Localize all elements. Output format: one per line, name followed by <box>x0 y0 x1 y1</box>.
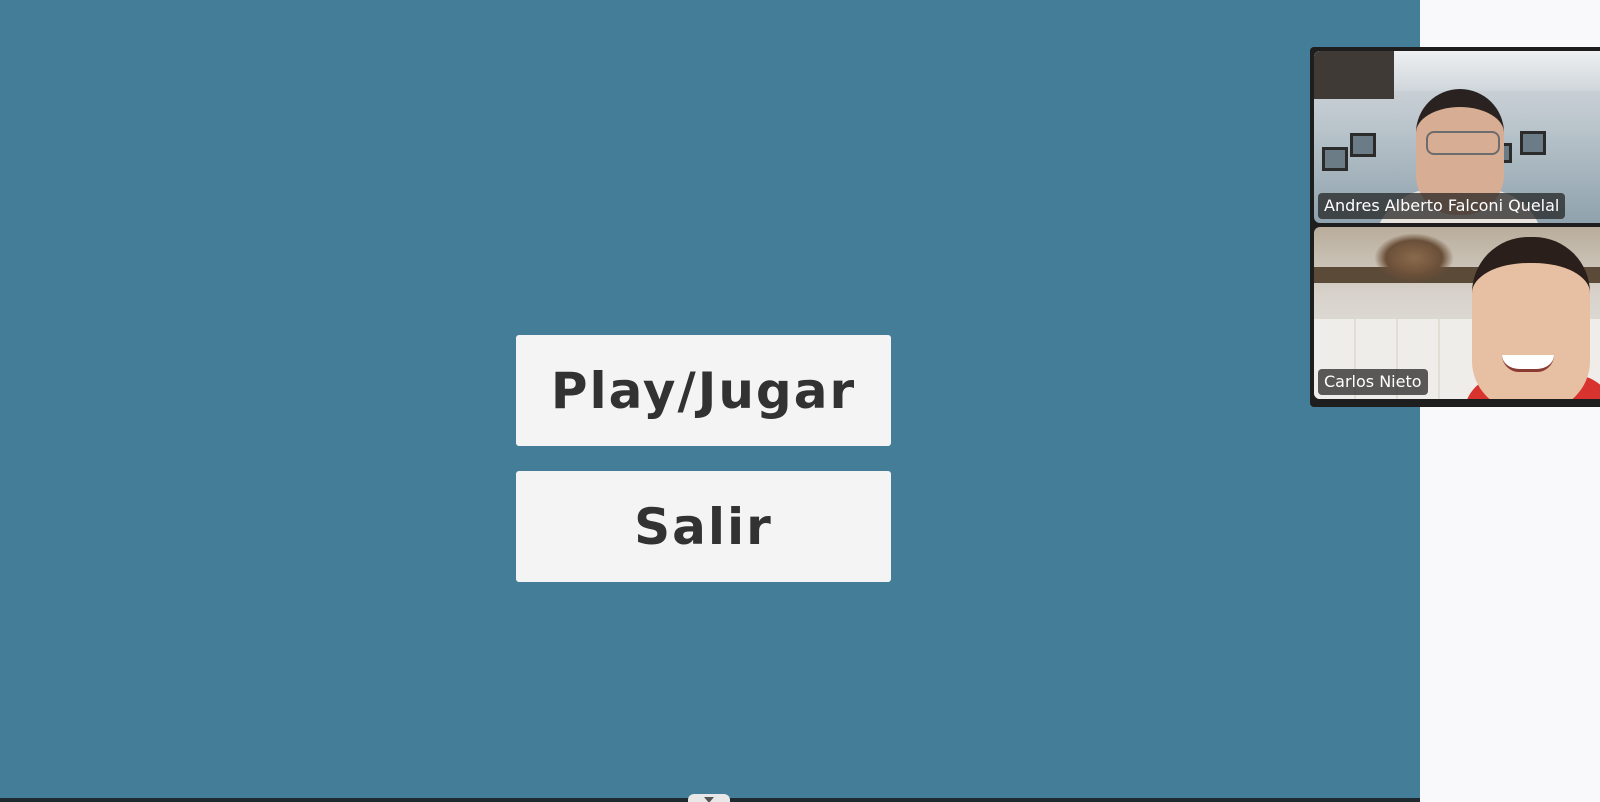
participant-video <box>1472 237 1590 399</box>
toolbar-toggle-handle[interactable] <box>688 794 730 802</box>
video-call-panel[interactable]: Andres Alberto Falconi Quelal Carlos Nie… <box>1310 47 1600 407</box>
chevron-down-icon <box>704 797 714 802</box>
play-button[interactable]: Play/Jugar <box>516 335 891 446</box>
video-background <box>1374 233 1454 283</box>
participant-video-tile[interactable]: Andres Alberto Falconi Quelal <box>1314 51 1600 223</box>
video-background <box>1314 51 1394 99</box>
video-background <box>1322 147 1348 171</box>
game-canvas: Play/Jugar Salir <box>0 0 1420 798</box>
video-background <box>1520 131 1546 155</box>
screen: Play/Jugar Salir Andres Alberto Falconi … <box>0 0 1600 802</box>
participant-video-tile[interactable]: Carlos Nieto <box>1314 227 1600 399</box>
video-background <box>1350 133 1376 157</box>
participant-name-label: Andres Alberto Falconi Quelal <box>1318 193 1566 219</box>
participant-name-label: Carlos Nieto <box>1318 369 1428 395</box>
participant-video <box>1426 131 1500 155</box>
exit-button[interactable]: Salir <box>516 471 891 582</box>
